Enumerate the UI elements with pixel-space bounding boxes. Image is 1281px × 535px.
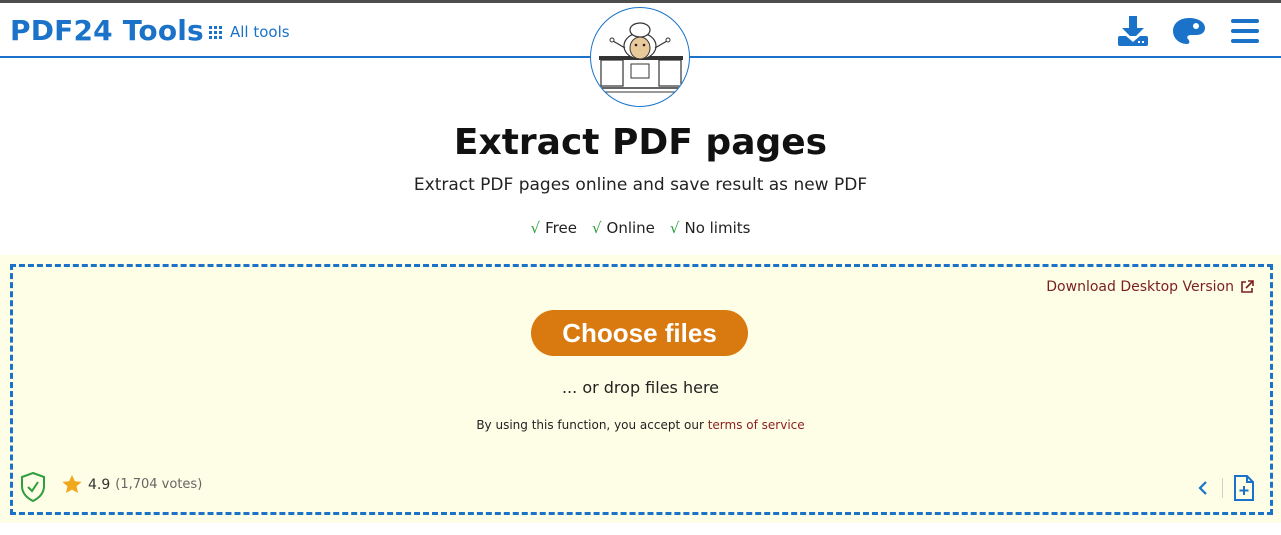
divider (1222, 478, 1223, 498)
menu-icon[interactable] (1227, 13, 1263, 49)
feature-free: √ Free (531, 219, 577, 237)
dropzone-actions (1198, 475, 1255, 501)
rating-score: 4.9 (88, 476, 111, 493)
logo[interactable]: PDF24 Tools (10, 14, 204, 47)
check-icon: √ (591, 219, 602, 237)
feature-label: No limits (684, 219, 751, 237)
grid-icon (209, 25, 222, 39)
page-subtitle: Extract PDF pages online and save result… (413, 175, 868, 195)
rating-widget[interactable]: 4.9 (1,704 votes) (62, 475, 202, 494)
feature-online: √ Online (592, 219, 655, 237)
external-link-icon (1241, 280, 1254, 293)
all-tools-link[interactable]: All tools (209, 23, 290, 41)
add-file-icon[interactable] (1233, 475, 1255, 501)
terms-notice: By using this function, you accept our t… (0, 418, 1281, 432)
check-icon: √ (669, 219, 680, 237)
download-desktop-link[interactable]: Download Desktop Version (1046, 279, 1254, 295)
desktop-link-label: Download Desktop Version (1046, 279, 1234, 295)
palette-icon[interactable] (1171, 13, 1207, 49)
drop-files-hint: ... or drop files here (561, 378, 720, 397)
terms-of-service-link[interactable]: terms of service (708, 418, 805, 432)
security-shield-icon[interactable] (20, 471, 46, 506)
check-icon: √ (530, 219, 541, 237)
mascot-illustration (590, 7, 690, 107)
download-icon[interactable] (1115, 13, 1151, 49)
chevron-left-icon[interactable] (1198, 481, 1208, 495)
page-title: Extract PDF pages (453, 122, 828, 163)
all-tools-label: All tools (230, 23, 290, 41)
feature-label: Online (606, 219, 655, 237)
rating-votes: (1,704 votes) (115, 477, 203, 492)
feature-no-limits: √ No limits (670, 219, 751, 237)
feature-label: Free (545, 219, 577, 237)
header-actions (1115, 13, 1263, 49)
choose-files-button[interactable]: Choose files (531, 310, 748, 356)
terms-prefix: By using this function, you accept our (476, 418, 704, 432)
feature-list: √ Free √ Online √ No limits (0, 219, 1281, 237)
star-icon (62, 475, 82, 493)
